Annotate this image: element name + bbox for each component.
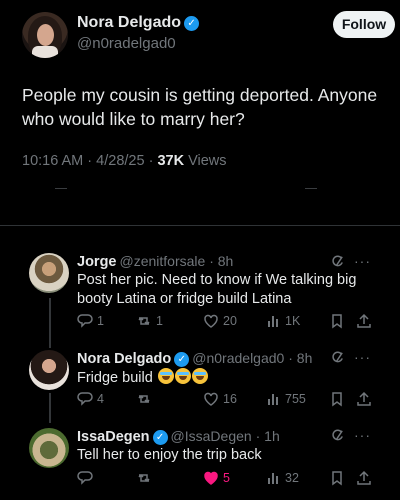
views-icon — [268, 473, 278, 484]
section-divider — [0, 225, 400, 226]
follow-button[interactable]: Follow — [333, 11, 395, 38]
views-icon — [268, 316, 278, 327]
share-icon — [357, 470, 371, 485]
views-button[interactable]: 755 — [265, 391, 306, 407]
repost-icon — [138, 316, 150, 326]
post-views-label: Views — [188, 153, 227, 169]
reply-author[interactable]: Nora Delgado ✓ @n0radelgad0 · 8h — [77, 350, 312, 367]
repost-button[interactable] — [136, 391, 156, 407]
thread-line — [49, 393, 51, 423]
share-icon — [357, 391, 371, 406]
bookmark-button[interactable] — [329, 391, 345, 407]
repost-button[interactable]: 1 — [136, 313, 163, 329]
views-button[interactable]: 1K — [265, 313, 300, 329]
more-icon[interactable]: ··· — [354, 253, 371, 269]
reply-button[interactable]: 1 — [77, 313, 104, 329]
reply-avatar[interactable] — [29, 350, 69, 390]
reply-button[interactable]: 4 — [77, 391, 104, 407]
divider — [55, 188, 67, 189]
reply-icon — [77, 314, 93, 328]
bookmark-icon — [332, 392, 342, 407]
views-button[interactable]: 32 — [265, 470, 299, 486]
reply-author[interactable]: Jorge @zenitforsale · 8h — [77, 253, 233, 270]
share-button[interactable] — [356, 313, 372, 329]
bookmark-button[interactable] — [329, 313, 345, 329]
share-button[interactable] — [356, 470, 372, 486]
reply-avatar[interactable] — [29, 253, 69, 293]
post-time[interactable]: 10:16 AM — [22, 153, 83, 169]
heart-icon — [204, 392, 218, 406]
like-button[interactable]: 16 — [203, 391, 237, 407]
grok-icon[interactable] — [330, 428, 345, 448]
verified-badge-icon: ✓ — [174, 352, 190, 367]
reply-text: Post her pic. Need to know if We talking… — [77, 272, 357, 307]
grok-icon[interactable] — [330, 350, 345, 370]
like-button[interactable]: 20 — [203, 313, 237, 329]
thread-line — [49, 298, 51, 348]
repost-button[interactable] — [136, 470, 156, 486]
repost-icon — [138, 473, 150, 483]
reply-icon — [77, 392, 93, 406]
like-button[interactable]: 5 — [203, 470, 230, 486]
bookmark-icon — [332, 471, 342, 486]
bookmark-button[interactable] — [329, 470, 345, 486]
laughing-emoji-icon — [157, 368, 174, 384]
post-text: People my cousin is getting deported. An… — [22, 85, 378, 129]
reply-avatar[interactable] — [29, 428, 69, 468]
heart-icon — [204, 471, 218, 485]
reply-text: Fridge build — [77, 368, 377, 388]
post-author-avatar[interactable] — [22, 12, 68, 58]
post-views-count: 37K — [157, 153, 185, 169]
more-icon[interactable]: ··· — [354, 427, 371, 443]
post-meta: 10:16 AM · 4/28/25 · 37K Views — [22, 153, 227, 169]
share-button[interactable] — [356, 391, 372, 407]
laughing-emoji-icon — [191, 368, 208, 384]
post-date[interactable]: 4/28/25 — [96, 153, 144, 169]
verified-badge-icon: ✓ — [184, 16, 200, 31]
views-icon — [268, 394, 278, 405]
laughing-emoji-icon — [174, 368, 191, 384]
bookmark-icon — [332, 314, 342, 329]
reply-author[interactable]: IssaDegen ✓ @IssaDegen · 1h — [77, 428, 280, 445]
more-icon[interactable]: ··· — [354, 349, 371, 365]
repost-icon — [138, 394, 150, 404]
post-author-handle[interactable]: @n0radelgad0 — [77, 35, 176, 52]
heart-icon — [204, 314, 218, 328]
reply-icon — [77, 471, 93, 485]
verified-badge-icon: ✓ — [152, 430, 168, 445]
reply-text: Tell her to enjoy the trip back — [77, 447, 262, 463]
reply-button[interactable] — [77, 470, 97, 486]
share-icon — [357, 313, 371, 328]
divider — [305, 188, 317, 189]
post-author-name[interactable]: Nora Delgado ✓ — [77, 14, 200, 32]
